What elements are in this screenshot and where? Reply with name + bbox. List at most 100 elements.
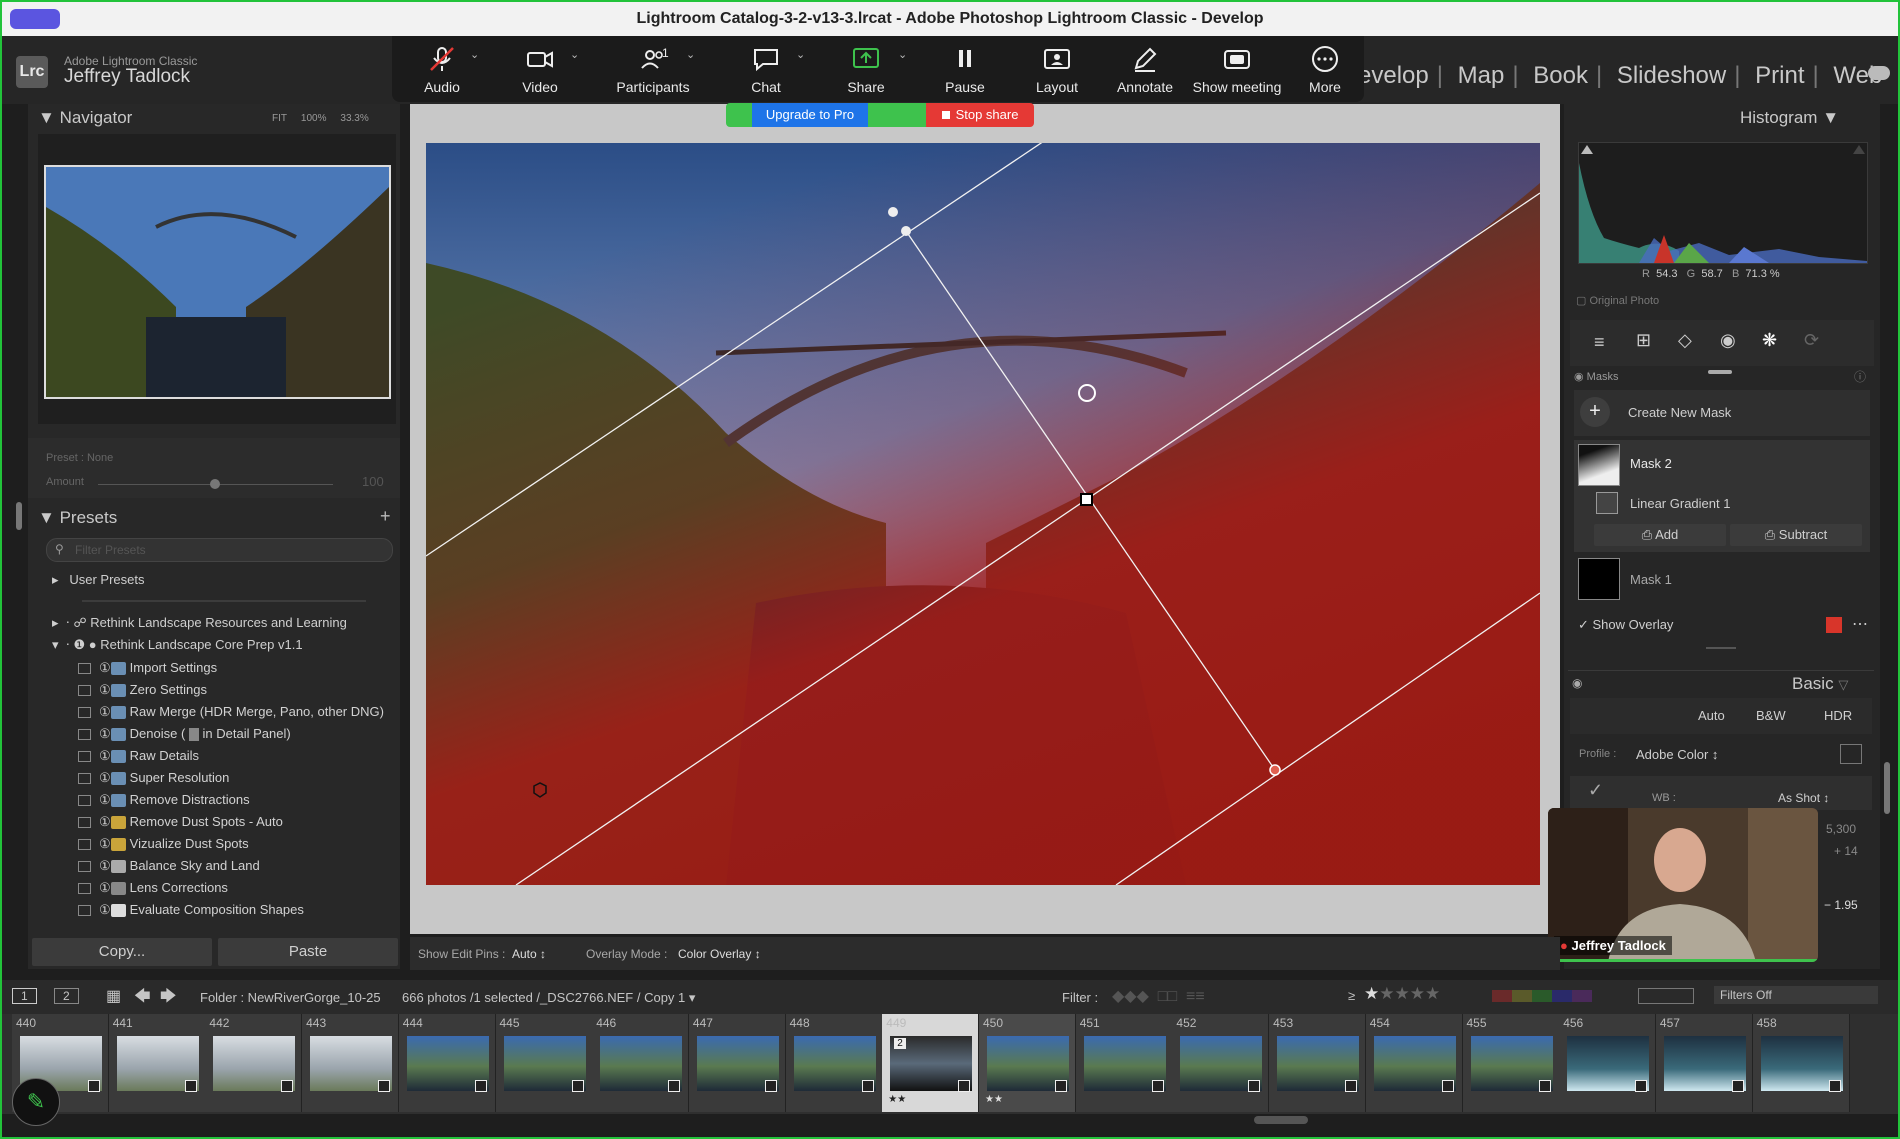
masking-icon[interactable]: ❋ <box>1762 330 1777 351</box>
filmstrip-cell[interactable]: 453 <box>1269 1014 1367 1112</box>
filmstrip-cell[interactable]: 456 <box>1559 1014 1657 1112</box>
filmstrip-scrollbar[interactable] <box>1254 1116 1308 1124</box>
tint-value[interactable]: + 14 <box>1834 844 1858 858</box>
preset-item[interactable]: ① Evaluate Composition Shapes <box>78 902 304 918</box>
filters-off-select[interactable]: Filters Off <box>1714 986 1878 1004</box>
filmstrip-cell[interactable]: 448 <box>785 1014 883 1112</box>
filter-preset-icons[interactable] <box>1638 988 1694 1004</box>
mask1-label[interactable]: Mask 1 <box>1630 572 1672 587</box>
preset-item[interactable]: ① Remove Distractions <box>78 792 250 808</box>
rating-stars[interactable]: ★★★★★ <box>1364 984 1440 1004</box>
navigator-header[interactable]: ▼ Navigator <box>38 108 132 128</box>
preset-item[interactable]: ① Vizualize Dust Spots <box>78 836 249 852</box>
filmstrip-cell[interactable]: 449 2 ★★ <box>882 1014 980 1112</box>
profile-browser-icon[interactable] <box>1840 744 1862 764</box>
gradient-bottom-handle[interactable] <box>1269 764 1281 776</box>
hdr-button[interactable]: HDR <box>1824 708 1852 723</box>
edit-sliders-icon[interactable]: ≡ <box>1594 332 1605 353</box>
auto-button[interactable]: Auto <box>1698 708 1725 723</box>
copy-button[interactable]: Copy... <box>32 938 212 966</box>
masks-resize-handle[interactable] <box>1706 647 1736 649</box>
primary-window-button[interactable]: 1 <box>12 988 37 1004</box>
selection-info[interactable]: 666 photos /1 selected /_DSC2766.NEF / C… <box>402 990 695 1006</box>
filmstrip-cell[interactable]: 442 <box>205 1014 303 1112</box>
secondary-window-button[interactable]: 2 <box>54 988 79 1004</box>
mask-subtract-button[interactable]: ⎙ Subtract <box>1730 524 1862 546</box>
preset-item[interactable]: ① Raw Details <box>78 748 199 764</box>
module-print[interactable]: Print <box>1755 62 1804 89</box>
filmstrip-cell[interactable]: 445 <box>495 1014 593 1112</box>
presets-filter-input[interactable]: ⚲ Filter Presets <box>46 538 393 562</box>
preset-group-resources[interactable]: ▸ ⋅ ☍ Rethink Landscape Resources and Le… <box>52 615 347 631</box>
healing-eraser-icon[interactable]: ◇ <box>1678 330 1692 351</box>
layout-button[interactable]: Layout <box>1012 36 1102 102</box>
presets-header[interactable]: ▼ Presets <box>38 508 117 528</box>
preset-item[interactable]: ① Zero Settings <box>78 682 207 698</box>
filmstrip[interactable]: 440 441 442 443 444 445 446 447 448 449 2 ★★ 450 ★★ 45… <box>2 1014 1898 1114</box>
more-button[interactable]: More <box>1286 36 1364 102</box>
module-slideshow[interactable]: Slideshow <box>1617 62 1726 89</box>
filmstrip-cell[interactable]: 455 <box>1462 1014 1560 1112</box>
gradient-rotate-handle[interactable] <box>888 207 898 217</box>
profile-select[interactable]: Adobe Color ↕ <box>1636 747 1718 762</box>
back-arrow-icon[interactable]: 🡄 <box>134 985 151 1012</box>
masks-info-icon[interactable]: ⓘ <box>1854 368 1866 385</box>
video-caret-icon[interactable]: ⌄ <box>570 48 579 61</box>
preset-item[interactable]: ① Balance Sky and Land <box>78 858 260 874</box>
masks-panel-grip[interactable] <box>1708 370 1732 374</box>
rating-operator[interactable]: ≥ <box>1348 988 1355 1003</box>
show-overlay-toggle[interactable]: ✓ Show Overlay <box>1578 617 1673 633</box>
mask2-label[interactable]: Mask 2 <box>1630 456 1672 471</box>
participants-button[interactable]: 1 ⌄ Participants <box>588 36 718 102</box>
stop-share-button[interactable]: Stop share <box>926 103 1034 127</box>
pause-button[interactable]: Pause <box>918 36 1012 102</box>
eye-icon[interactable]: ◉ <box>1574 371 1584 383</box>
preset-group-user[interactable]: ▸ User Presets <box>52 572 145 588</box>
zoom-33[interactable]: 33.3% <box>340 113 368 124</box>
mask-add-button[interactable]: ⎙ Add <box>1594 524 1726 546</box>
grid-view-icon[interactable]: ▦ <box>106 986 121 1006</box>
preset-item[interactable]: ① Lens Corrections <box>78 880 228 896</box>
filmstrip-cell[interactable]: 451 <box>1075 1014 1173 1112</box>
audio-button[interactable]: ⌄ Audio <box>392 36 492 102</box>
annotate-pen-button[interactable]: ✎ <box>12 1078 60 1126</box>
filmstrip-cell[interactable]: 454 <box>1365 1014 1463 1112</box>
basic-eye-icon[interactable]: ◉ <box>1572 676 1582 690</box>
bw-button[interactable]: B&W <box>1756 708 1786 723</box>
filmstrip-cell[interactable]: 458 <box>1752 1014 1850 1112</box>
stack-count-badge[interactable]: 2 <box>894 1038 906 1049</box>
gradient-center-pin[interactable] <box>1080 493 1093 506</box>
right-panel-scrollbar[interactable] <box>1884 762 1890 814</box>
share-caret-icon[interactable]: ⌄ <box>898 48 907 61</box>
cloud-sync-icon[interactable] <box>1868 66 1890 80</box>
filmstrip-cell[interactable]: 457 <box>1655 1014 1753 1112</box>
audio-caret-icon[interactable]: ⌄ <box>470 48 479 61</box>
highlight-clipping-icon[interactable] <box>1853 145 1865 154</box>
filmstrip-cell[interactable]: 443 <box>302 1014 400 1112</box>
add-preset-icon[interactable]: + <box>380 506 391 527</box>
crop-icon[interactable]: ⊞ <box>1636 330 1651 351</box>
chat-button[interactable]: ⌄ Chat <box>718 36 814 102</box>
wb-select[interactable]: As Shot ↕ <box>1778 791 1829 805</box>
video-button[interactable]: ⌄ Video <box>492 36 588 102</box>
linear-gradient-label[interactable]: Linear Gradient 1 <box>1630 496 1730 511</box>
red-eye-icon[interactable]: ◉ <box>1720 330 1736 351</box>
mask2-thumbnail[interactable] <box>1578 444 1620 486</box>
webcam-video-tile[interactable]: ● Jeffrey Tadlock <box>1548 808 1818 962</box>
preset-item[interactable]: ① Super Resolution <box>78 770 229 786</box>
filmstrip-cell[interactable]: 452 <box>1172 1014 1270 1112</box>
preset-item[interactable]: ① Denoise ( in Detail Panel) <box>78 726 291 742</box>
flag-filter-icons[interactable]: ◆◆◆ □□ ≡≡ <box>1112 986 1205 1006</box>
basic-header[interactable]: Basic ▽ <box>1792 674 1848 694</box>
create-new-mask-button[interactable]: + Create New Mask <box>1574 390 1870 436</box>
edit-pins-select[interactable]: Auto ↕ <box>512 947 546 961</box>
filmstrip-cell[interactable]: 447 <box>688 1014 786 1112</box>
original-photo-toggle[interactable]: ▢ Original Photo <box>1576 294 1659 307</box>
masks-header[interactable]: ◉ Masks <box>1574 370 1618 383</box>
module-book[interactable]: Book <box>1533 62 1588 89</box>
photo-canvas[interactable] <box>426 143 1540 885</box>
preset-item[interactable]: ① Remove Dust Spots - Auto <box>78 814 283 830</box>
photo-with-mask-overlay[interactable] <box>426 143 1540 885</box>
upgrade-to-pro-button[interactable]: Upgrade to Pro <box>752 103 868 127</box>
forward-arrow-icon[interactable]: 🡆 <box>160 985 177 1012</box>
